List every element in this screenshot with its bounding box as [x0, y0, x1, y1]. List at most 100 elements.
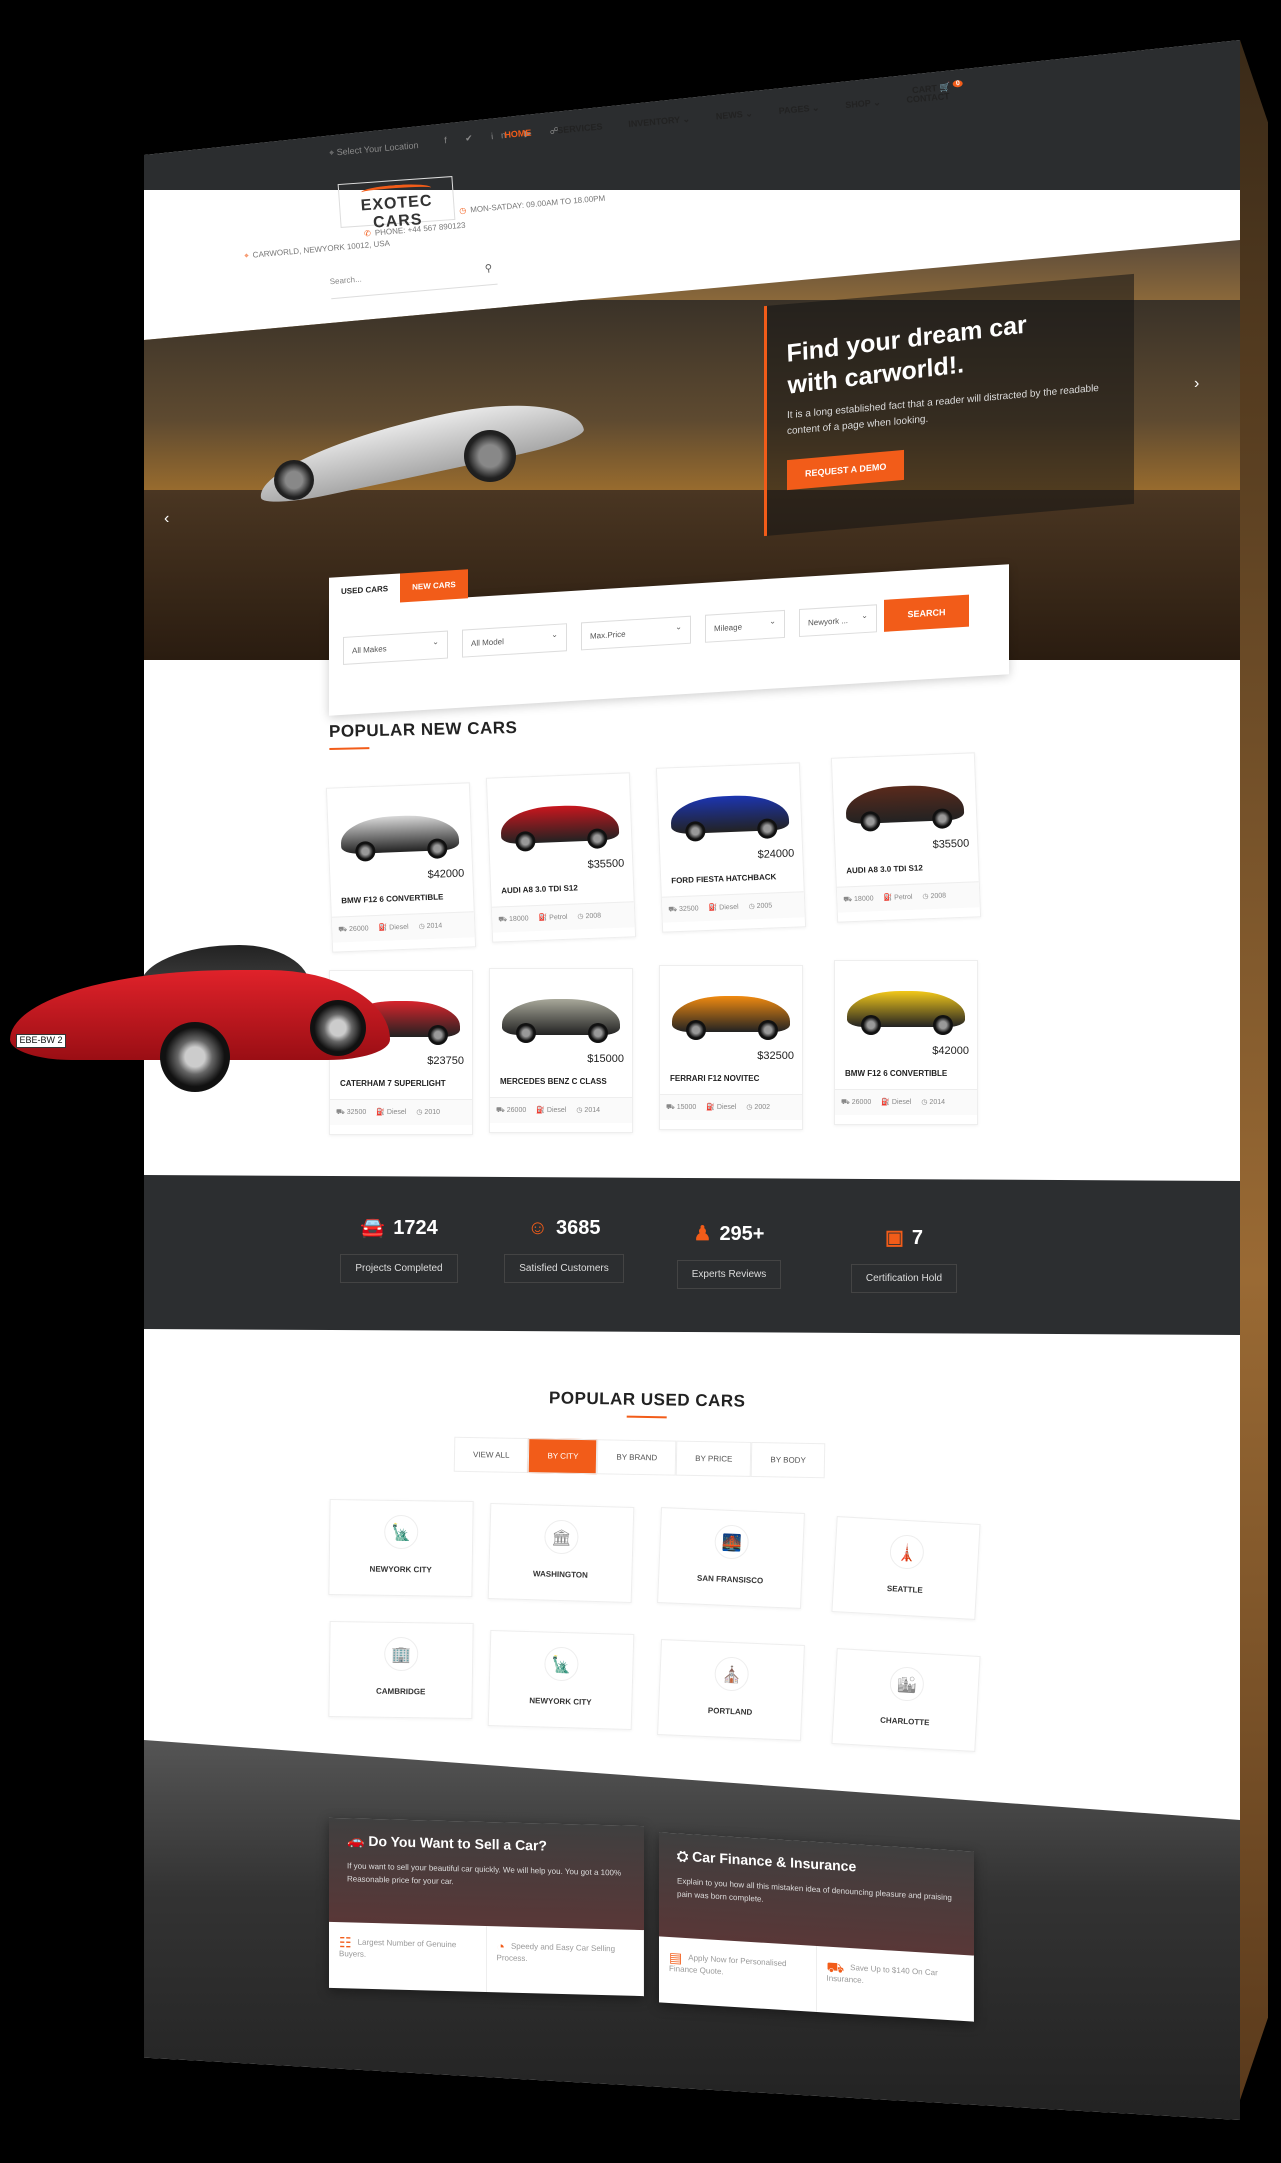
tab-new-cars[interactable]: NEW CARS	[400, 569, 468, 603]
speedometer-icon: ⛟	[496, 1107, 507, 1114]
car-image	[339, 798, 460, 864]
popular-used-cars-title: POPULAR USED CARS	[548, 1388, 746, 1411]
mileage-select[interactable]: Mileage	[705, 609, 785, 643]
slider-next-icon[interactable]: ›	[1194, 375, 1199, 393]
quote-icon: ▤	[669, 1948, 683, 1966]
city-name: SEATTLE	[886, 1583, 923, 1595]
statue-icon: 🗽	[383, 1514, 419, 1550]
church-icon: ⛪	[713, 1656, 750, 1692]
car-card[interactable]: $35500 AUDI A8 3.0 TDI S12 ⛟ 18000 ⛽ Petrol…	[485, 772, 637, 943]
menu-item-home[interactable]: HOME	[504, 128, 532, 141]
car-search-box: USED CARS NEW CARS All Makes All Model M…	[329, 564, 1009, 716]
clock-icon: ◷	[458, 205, 467, 216]
car-card[interactable]: $24000 FORD FIESTA HATCHBACK ⛟ 32500 ⛽ Dies…	[655, 762, 807, 933]
car-name[interactable]: BMW F12 6 CONVERTIBLE	[341, 892, 444, 905]
car-card[interactable]: $32500 FERRARI F12 NOVITEC ⛟ 15000 ⛽ Diesel…	[659, 965, 803, 1130]
tab-used-cars[interactable]: USED CARS	[329, 573, 401, 607]
slider-prev-icon[interactable]: ‹	[164, 510, 169, 528]
city-tile[interactable]: 🌉 SAN FRANSISCO	[657, 1507, 805, 1609]
car-name[interactable]: FERRARI F12 NOVITEC	[670, 1074, 759, 1083]
car-card[interactable]: $42000 BMW F12 6 CONVERTIBLE ⛟ 26000 ⛽ Dies…	[325, 782, 477, 953]
car-price: $42000	[932, 1045, 969, 1057]
model-select[interactable]: All Model	[462, 623, 567, 658]
stat-reviews: ♟ 295+ Experts Reviews	[659, 1221, 799, 1289]
popular-new-cars-title: POPULAR NEW CARS	[328, 718, 518, 741]
hero-car-image	[251, 386, 587, 509]
bridge-icon: 🌉	[713, 1524, 750, 1560]
tab-by-city[interactable]: BY CITY	[528, 1438, 598, 1475]
city-tile[interactable]: 🏢 CAMBRIDGE	[328, 1620, 474, 1720]
address-info: ⌖ CARWORLD, NEWYORK 10012, USA	[243, 238, 391, 261]
car-name[interactable]: AUDI A8 3.0 TDI S12	[846, 863, 923, 875]
finance-panel: ⛭ Car Finance & Insurance Explain to you…	[659, 1832, 974, 2022]
tab-by-body[interactable]: BY BODY	[751, 1441, 826, 1479]
max-price-select[interactable]: Max.Price	[581, 615, 691, 651]
finance-feature-quote: ▤ Apply Now for Personalised Finance Quot…	[659, 1936, 817, 2012]
car-image	[502, 983, 620, 1045]
car-card[interactable]: $42000 BMW F12 6 CONVERTIBLE ⛟ 26000 ⛽ Dies…	[834, 960, 978, 1125]
city-name: CHARLOTTE	[879, 1715, 930, 1728]
user-icon: ♟	[693, 1223, 712, 1245]
license-plate: EBE-BW 2	[16, 1034, 66, 1048]
car-name[interactable]: MERCEDES BENZ C CLASS	[500, 1077, 607, 1086]
car-price: $42000	[427, 867, 465, 881]
stat-certification: ▣ 7 Certification Hold	[834, 1225, 974, 1293]
car-specs: ⛟ 26000 ⛽ Diesel ◷ 2014	[835, 1089, 977, 1115]
speedometer-icon: ⛟	[843, 896, 855, 904]
speedometer-icon: ⛟	[336, 1109, 347, 1116]
hero-caption: Find your dream car with carworld!. It is…	[764, 273, 1134, 537]
car-card[interactable]: $15000 MERCEDES BENZ C CLASS ⛟ 26000 ⛽ Dies…	[489, 968, 633, 1133]
search-button[interactable]: SEARCH	[884, 594, 969, 632]
car-name[interactable]: BMW F12 6 CONVERTIBLE	[845, 1069, 947, 1078]
car-price: $35500	[932, 837, 970, 851]
car-card[interactable]: $35500 AUDI A8 3.0 TDI S12 ⛟ 18000 ⛽ Petrol…	[830, 752, 982, 923]
car-price: $24000	[757, 847, 795, 861]
city-tile[interactable]: 🗽 NEWYORK CITY	[328, 1498, 474, 1598]
city-tile[interactable]: 🗽 NEWYORK CITY	[487, 1630, 635, 1730]
smile-icon: ☺	[527, 1217, 548, 1239]
city-name: PORTLAND	[707, 1706, 753, 1717]
car-icon: 🚘	[360, 1217, 386, 1239]
city-tile[interactable]: 🗼 SEATTLE	[831, 1516, 981, 1620]
location-selector[interactable]: ⌖ Select Your Location	[329, 140, 419, 159]
city-name: WASHINGTON	[532, 1569, 588, 1580]
tab-view-all[interactable]: VIEW ALL	[453, 1436, 529, 1474]
request-demo-button[interactable]: REQUEST A DEMO	[787, 449, 905, 491]
certificate-icon: ▣	[884, 1227, 904, 1249]
search-icon[interactable]: ⚲	[484, 263, 492, 275]
search-input[interactable]: Search...	[329, 275, 362, 287]
car-name[interactable]: AUDI A8 3.0 TDI S12	[501, 883, 578, 895]
city-name: NEWYORK CITY	[369, 1564, 432, 1575]
car-image	[672, 980, 790, 1042]
location-select[interactable]: Newyork ...	[799, 604, 877, 638]
car-price: $15000	[587, 1053, 624, 1065]
city-tile[interactable]: 🏙 CHARLOTTE	[831, 1648, 981, 1752]
sell-your-car-button[interactable]: Sell Your Car	[935, 45, 1006, 69]
car-name[interactable]: FORD FIESTA HATCHBACK	[671, 872, 776, 885]
phone-icon: ✆	[363, 228, 372, 239]
car-shield-icon: ⛭	[677, 1847, 693, 1865]
city-tile[interactable]: 🏛 WASHINGTON	[487, 1503, 635, 1603]
car-specs: ⛟ 32500 ⛽ Diesel ◷ 2010	[330, 1099, 472, 1125]
fuel-icon: ⛽	[376, 1109, 387, 1116]
city-name: NEWYORK CITY	[529, 1696, 592, 1707]
featured-red-car-image: EBE-BW 2	[10, 930, 390, 1100]
car-specs: ⛟ 15000 ⛽ Diesel ◷ 2002	[660, 1094, 802, 1120]
building-icon: 🏢	[383, 1636, 419, 1672]
car-dollar-icon: 🚗	[347, 1832, 369, 1849]
fuel-icon: ⛽	[536, 1107, 547, 1114]
car-image	[669, 778, 790, 844]
city-name: CAMBRIDGE	[375, 1686, 426, 1697]
site-search[interactable]: Search... ⚲	[329, 262, 498, 300]
fuel-icon: ⛽	[883, 894, 895, 902]
speedometer-icon: ⛟	[668, 906, 680, 914]
city-tile[interactable]: ⛪ PORTLAND	[657, 1639, 805, 1741]
fuel-icon: ⛽	[706, 1104, 717, 1111]
hours-info: ◷ MON-SATDAY: 09.00AM TO 18.00PM	[458, 193, 606, 216]
site-logo[interactable]: EXOTEC CARS	[337, 176, 456, 232]
my-account-link[interactable]: ♙ My Account	[854, 60, 912, 76]
tab-by-price[interactable]: BY PRICE	[675, 1440, 752, 1477]
car-price: $32500	[757, 1050, 794, 1062]
tab-by-brand[interactable]: BY BRAND	[597, 1439, 677, 1476]
makes-select[interactable]: All Makes	[343, 630, 448, 665]
